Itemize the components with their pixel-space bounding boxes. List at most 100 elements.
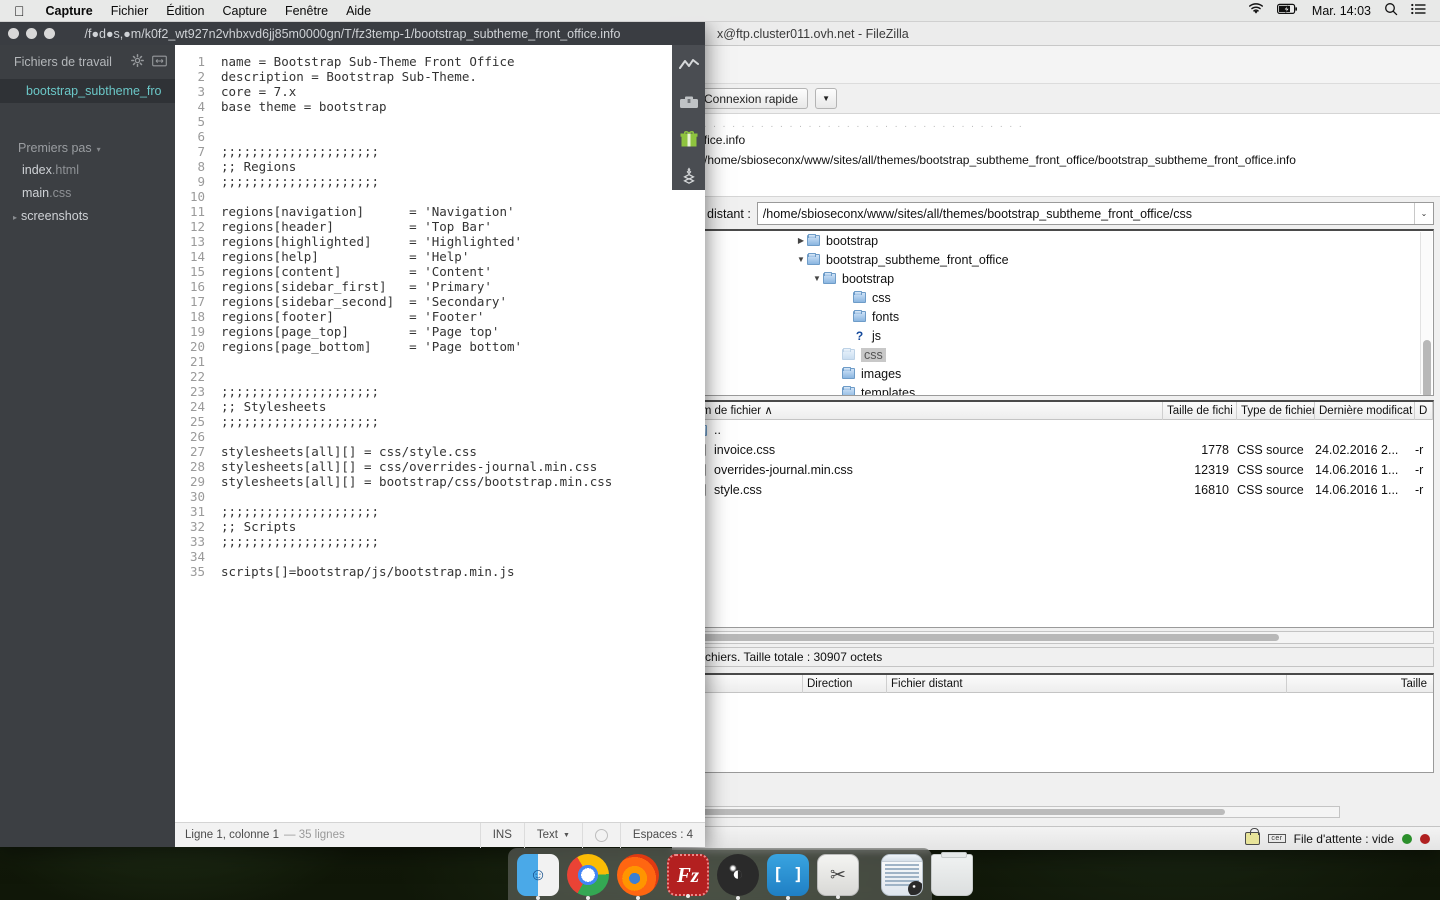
file-row[interactable]: invoice.css 1778 CSS source 24.02.2016 2...… xyxy=(683,440,1433,460)
line-text[interactable]: ;;;;;;;;;;;;;;;;;;;;; xyxy=(221,174,379,189)
dock-item-filezilla[interactable]: Fz xyxy=(667,854,709,898)
line-text[interactable]: regions[sidebar_first] = 'Primary' xyxy=(221,279,492,294)
language-selector[interactable]: Text ▼ xyxy=(523,822,582,848)
queue-column-header[interactable]: Fichier distant xyxy=(887,675,1287,693)
zoom-button[interactable] xyxy=(44,28,55,39)
line-text[interactable]: ;;;;;;;;;;;;;;;;;;;;; xyxy=(221,144,379,159)
tree-item-main-css[interactable]: main.css xyxy=(0,182,175,205)
line-text[interactable]: regions[sidebar_second] = 'Secondary' xyxy=(221,294,507,309)
line-text[interactable]: regions[page_bottom] = 'Page bottom' xyxy=(221,339,522,354)
project-root-label[interactable]: Premiers pas ▾ xyxy=(0,127,175,159)
line-text[interactable]: ;;;;;;;;;;;;;;;;;;;;; xyxy=(221,504,379,519)
column-header[interactable]: D xyxy=(1415,402,1433,420)
tree-item-index-html[interactable]: index.html xyxy=(0,159,175,182)
tree-row[interactable]: ▼ bootstrap_subtheme_front_office xyxy=(683,250,1433,269)
extension-manager-icon[interactable] xyxy=(679,166,699,186)
line-text[interactable]: ;;;;;;;;;;;;;;;;;;;;; xyxy=(221,414,379,429)
tree-scrollbar-thumb[interactable] xyxy=(1423,340,1431,395)
quickconnect-dropdown-icon[interactable]: ▼ xyxy=(815,88,837,109)
remote-file-list[interactable]: Nom de fichier ∧ Taille de fichi Type de f… xyxy=(682,400,1434,628)
menu-item-fenetre[interactable]: Fenêtre xyxy=(276,0,337,22)
dock-item-finder[interactable]: ☺ xyxy=(517,854,559,900)
file-row[interactable]: .. xyxy=(683,420,1433,440)
queue-hscrollbar[interactable] xyxy=(682,806,1340,818)
activity-graph-icon[interactable] xyxy=(678,55,699,75)
tree-item-screenshots[interactable]: ▸ screenshots xyxy=(0,205,175,229)
column-header[interactable]: Nom de fichier ∧ xyxy=(683,402,1163,420)
menu-item-fichier[interactable]: Fichier xyxy=(102,0,158,22)
line-text[interactable]: regions[highlighted] = 'Highlighted' xyxy=(221,234,522,249)
gear-icon[interactable] xyxy=(131,54,144,70)
queue-column-header[interactable]: Taille xyxy=(1287,675,1433,693)
dock-item-window-stack[interactable] xyxy=(881,854,923,896)
column-header[interactable]: Dernière modificat xyxy=(1315,402,1415,420)
line-text[interactable]: regions[help] = 'Help' xyxy=(221,249,469,264)
chevron-down-icon[interactable]: ⌄ xyxy=(1414,203,1433,224)
line-text[interactable]: scripts[]=bootstrap/js/bootstrap.min.js xyxy=(221,564,515,579)
line-text[interactable]: ;; Stylesheets xyxy=(221,399,326,414)
code-editor[interactable]: 1 name = Bootstrap Sub-Theme Front Office… xyxy=(175,45,705,579)
brackets-titlebar[interactable]: /f●d●s,●m/k0f2_wt927n2vhbxvd6jj85m0000gn… xyxy=(0,22,705,45)
remote-path-input[interactable]: /home/sbioseconx/www/sites/all/themes/bo… xyxy=(756,202,1434,225)
line-text[interactable]: stylesheets[all][] = css/overrides-journ… xyxy=(221,459,597,474)
tree-row[interactable]: ▶ bootstrap xyxy=(683,231,1433,250)
tree-row[interactable]: ▼ bootstrap xyxy=(683,269,1433,288)
chevron-right-icon[interactable]: ▶ xyxy=(795,236,807,245)
queue-column-header[interactable]: Direction xyxy=(803,675,887,693)
menu-item-capture-app[interactable]: Capture xyxy=(37,0,102,22)
split-view-icon[interactable] xyxy=(152,55,167,70)
line-text[interactable]: regions[content] = 'Content' xyxy=(221,264,492,279)
dock-item-chrome[interactable] xyxy=(567,854,609,900)
file-list-hscrollbar[interactable] xyxy=(682,631,1434,644)
line-text[interactable]: regions[header] = 'Top Bar' xyxy=(221,219,492,234)
close-button[interactable] xyxy=(8,28,19,39)
dock-item-cyberduck[interactable]: ◐ xyxy=(717,854,759,900)
cert-icon[interactable]: cer xyxy=(1268,834,1286,843)
chevron-down-icon[interactable]: ▼ xyxy=(795,255,807,264)
column-header[interactable]: Taille de fichi xyxy=(1163,402,1237,420)
menu-item-edition[interactable]: Édition xyxy=(157,0,213,22)
file-row[interactable]: style.css 16810 CSS source 14.06.2016 1... -… xyxy=(683,480,1433,500)
line-text[interactable]: regions[navigation] = 'Navigation' xyxy=(221,204,515,219)
line-text[interactable]: ;;;;;;;;;;;;;;;;;;;;; xyxy=(221,534,379,549)
chevron-right-icon[interactable]: ▸ xyxy=(13,213,17,222)
line-text[interactable]: ;; Scripts xyxy=(221,519,296,534)
line-text[interactable]: regions[footer] = 'Footer' xyxy=(221,309,484,324)
brackets-code-area[interactable]: 1 name = Bootstrap Sub-Theme Front Office… xyxy=(175,45,705,847)
gift-icon[interactable] xyxy=(679,129,699,149)
tree-row[interactable]: fonts xyxy=(683,307,1433,326)
line-text[interactable]: core = 7.x xyxy=(221,84,296,99)
line-text[interactable]: ;; Regions xyxy=(221,159,296,174)
lint-status[interactable] xyxy=(581,822,620,848)
search-icon[interactable] xyxy=(1384,2,1398,19)
chevron-down-icon[interactable]: ▾ xyxy=(97,145,101,154)
file-list-hscrollbar-thumb[interactable] xyxy=(685,634,1279,641)
tree-scrollbar[interactable] xyxy=(1420,232,1432,395)
column-header[interactable]: Type de fichier xyxy=(1237,402,1315,420)
tree-row[interactable]: templates xyxy=(683,383,1433,395)
toolbox-icon[interactable] xyxy=(679,92,699,112)
minimize-button[interactable] xyxy=(26,28,37,39)
menu-item-capture[interactable]: Capture xyxy=(213,0,275,22)
dock-item-brackets[interactable]: [ ] xyxy=(767,854,809,900)
line-text[interactable]: stylesheets[all][] = css/style.css xyxy=(221,444,477,459)
line-text[interactable]: base theme = bootstrap xyxy=(221,99,387,114)
line-text[interactable]: stylesheets[all][] = bootstrap/css/boots… xyxy=(221,474,612,489)
tree-row[interactable]: css xyxy=(683,345,1433,364)
filezilla-toolbar[interactable] xyxy=(672,46,1440,84)
dock-item-firefox[interactable] xyxy=(617,854,659,900)
transfer-queue-header[interactable]: Direction Fichier distant Taille xyxy=(683,675,1433,693)
line-text[interactable]: regions[page_top] = 'Page top' xyxy=(221,324,499,339)
menubar-clock[interactable]: Mar. 14:03 xyxy=(1312,4,1371,18)
tree-row[interactable]: ? js xyxy=(683,326,1433,345)
working-file-item[interactable]: bootstrap_subtheme_fro xyxy=(0,79,175,103)
filezilla-titlebar[interactable]: x@ftp.cluster011.ovh.net - FileZilla xyxy=(672,22,1440,46)
lock-secure-icon[interactable] xyxy=(1245,828,1261,845)
menu-item-aide[interactable]: Aide xyxy=(337,0,380,22)
battery-charging-icon[interactable] xyxy=(1276,3,1299,18)
indent-setting[interactable]: Espaces : 4 xyxy=(619,822,705,848)
tree-row[interactable]: images xyxy=(683,364,1433,383)
tree-row[interactable]: css xyxy=(683,288,1433,307)
dock-item-trash[interactable] xyxy=(931,852,973,896)
wifi-icon[interactable] xyxy=(1248,3,1264,18)
